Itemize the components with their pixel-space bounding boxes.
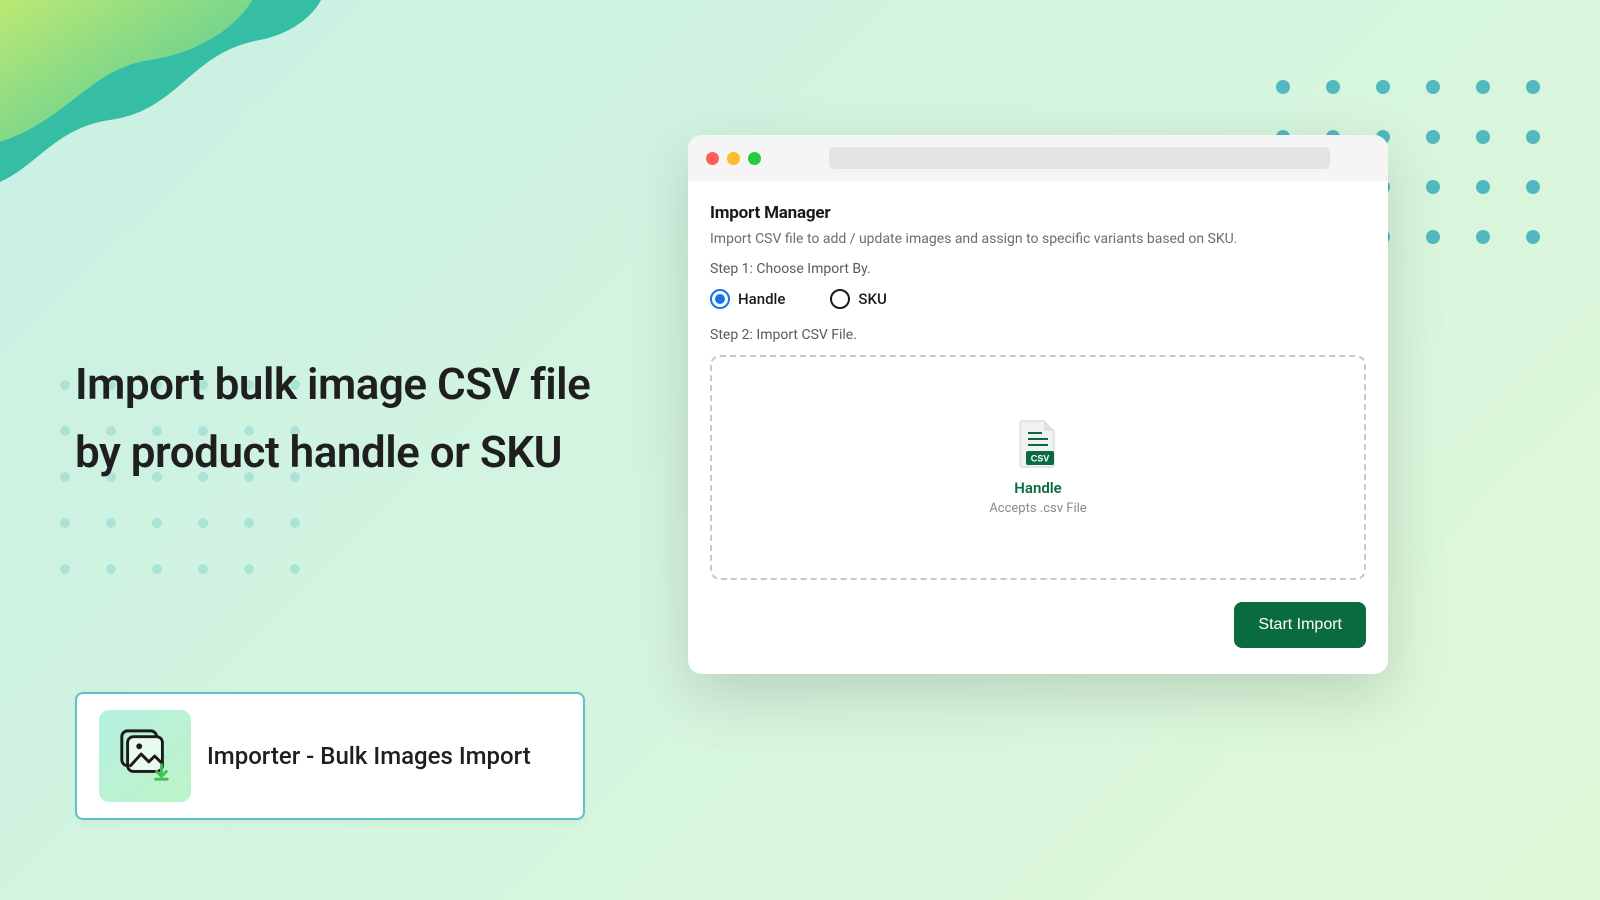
csv-dropzone[interactable]: CSV Handle Accepts .csv File [710, 355, 1366, 580]
gallery-download-icon [116, 727, 174, 785]
radio-selected-icon [710, 289, 730, 309]
radio-sku[interactable]: SKU [830, 289, 886, 309]
url-bar[interactable] [829, 147, 1330, 169]
section-subtitle: Import CSV file to add / update images a… [710, 231, 1366, 247]
traffic-zoom-icon[interactable] [748, 152, 761, 165]
decorative-blob [0, 0, 420, 290]
traffic-minimize-icon[interactable] [727, 152, 740, 165]
app-badge-name: Importer - Bulk Images Import [207, 742, 531, 770]
svg-text:CSV: CSV [1031, 454, 1050, 464]
traffic-close-icon[interactable] [706, 152, 719, 165]
browser-window: Import Manager Import CSV file to add / … [688, 135, 1388, 674]
headline: Import bulk image CSV file by product ha… [75, 350, 635, 486]
dropzone-title: Handle [1014, 479, 1061, 497]
radio-sku-label: SKU [858, 290, 886, 308]
radio-handle[interactable]: Handle [710, 289, 785, 309]
dropzone-subtext: Accepts .csv File [989, 501, 1086, 516]
start-import-button[interactable]: Start Import [1234, 602, 1366, 648]
csv-file-icon: CSV [1016, 419, 1060, 469]
section-title: Import Manager [710, 203, 1366, 223]
radio-unselected-icon [830, 289, 850, 309]
step2-label: Step 2: Import CSV File. [710, 327, 1366, 343]
step1-label: Step 1: Choose Import By. [710, 261, 1366, 277]
import-by-radio-group: Handle SKU [710, 289, 1366, 309]
radio-handle-label: Handle [738, 290, 785, 308]
app-badge-icon [99, 710, 191, 802]
app-badge-card: Importer - Bulk Images Import [75, 692, 585, 820]
window-chrome [688, 135, 1388, 181]
